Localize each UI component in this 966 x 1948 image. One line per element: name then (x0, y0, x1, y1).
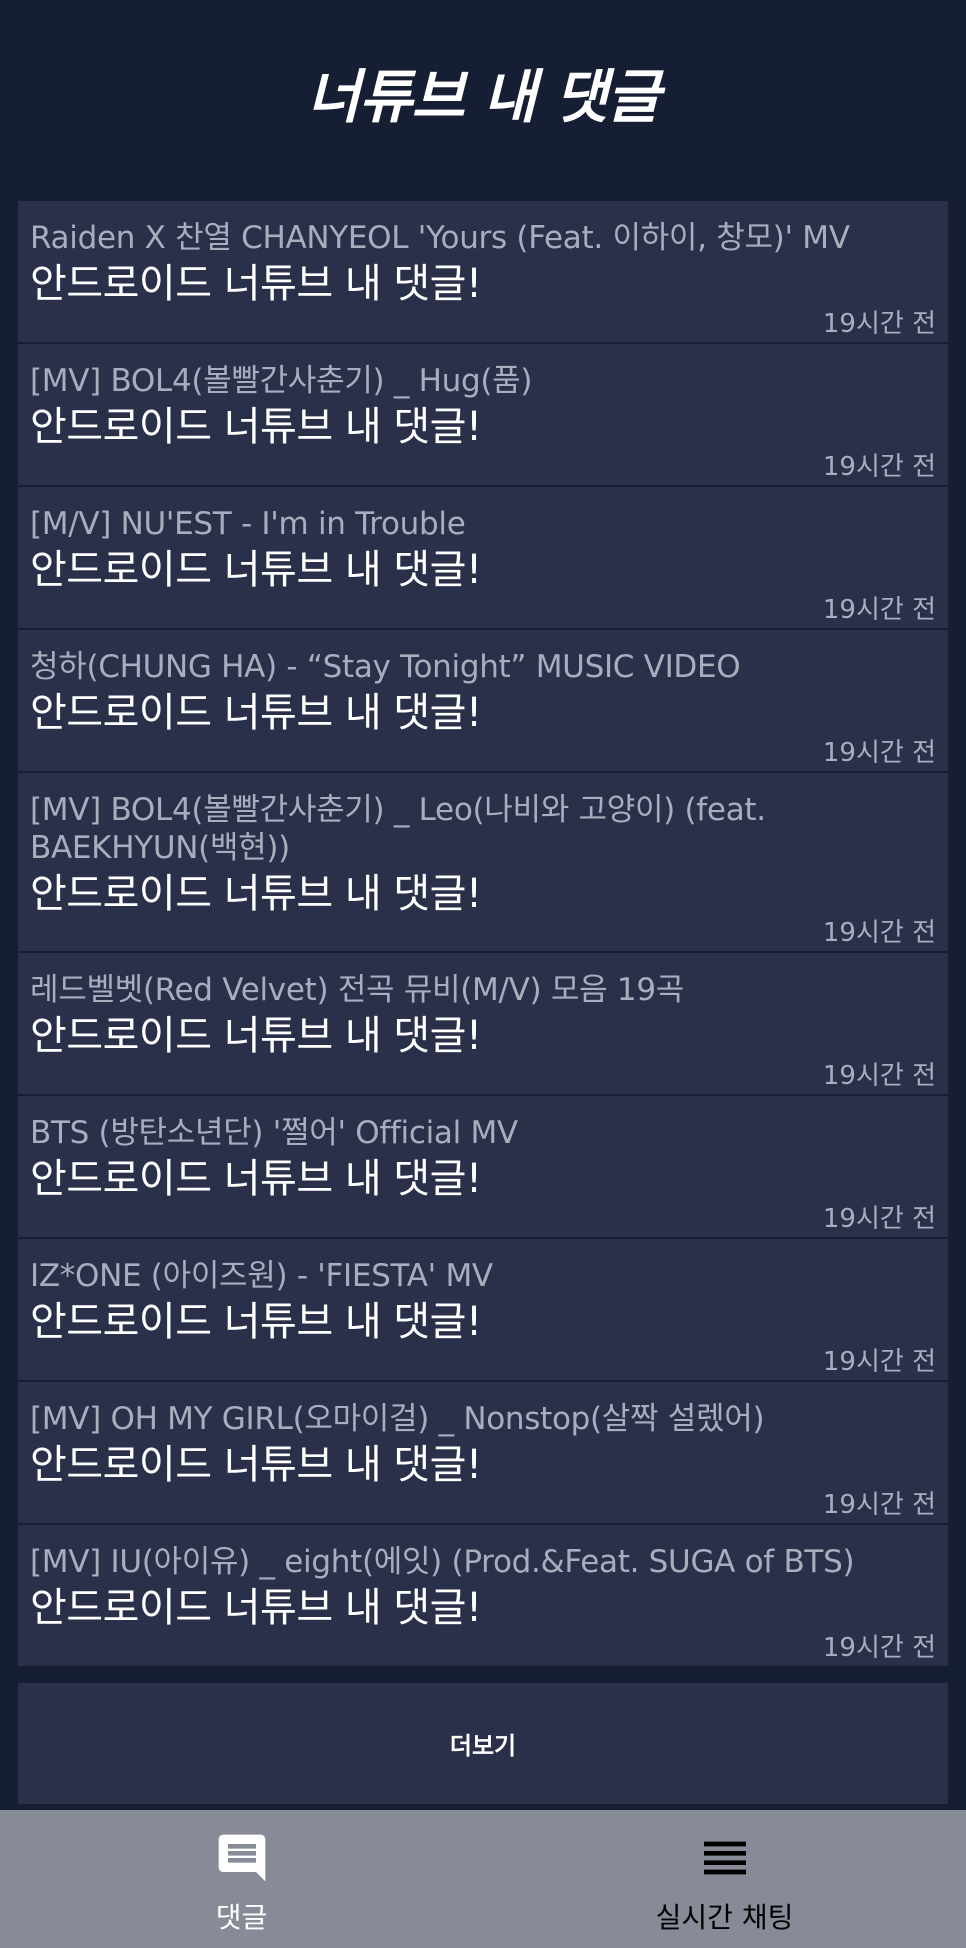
comment-time: 19시간 전 (822, 1347, 936, 1377)
comment-icon (212, 1828, 272, 1888)
comment-time: 19시간 전 (822, 1490, 936, 1520)
nav-item-live-chat[interactable]: 실시간 채팅 (483, 1810, 966, 1948)
comment-text: 안드로이드 너튜브 내 댓글! (30, 871, 482, 917)
video-title: [MV] IU(아이유) _ eight(에잇) (Prod.&Feat. SU… (30, 1544, 855, 1580)
comment-item[interactable]: [MV] BOL4(볼빨간사춘기) _ Hug(품) 안드로이드 너튜브 내 댓… (18, 344, 948, 487)
comment-list: Raiden X 찬열 CHANYEOL 'Yours (Feat. 이하이, … (18, 201, 948, 1668)
comment-time: 19시간 전 (822, 452, 936, 482)
comment-item[interactable]: [MV] OH MY GIRL(오마이걸) _ Nonstop(살짝 설렜어) … (18, 1382, 948, 1525)
comment-time: 19시간 전 (822, 738, 936, 768)
page-title: 너튜브 내 댓글 (306, 63, 661, 131)
list-icon (695, 1828, 755, 1888)
comment-time: 19시간 전 (822, 1204, 936, 1234)
comment-text: 안드로이드 너튜브 내 댓글! (30, 1585, 482, 1631)
comment-text: 안드로이드 너튜브 내 댓글! (30, 1013, 482, 1059)
comment-item[interactable]: 레드벨벳(Red Velvet) 전곡 뮤비(M/V) 모음 19곡 안드로이드… (18, 953, 948, 1096)
comment-time: 19시간 전 (822, 595, 936, 625)
comment-item[interactable]: BTS (방탄소년단) '쩔어' Official MV 안드로이드 너튜브 내… (18, 1096, 948, 1239)
load-more-button[interactable]: 더보기 (18, 1683, 948, 1804)
comment-time: 19시간 전 (822, 1633, 936, 1663)
video-title: 레드벨벳(Red Velvet) 전곡 뮤비(M/V) 모음 19곡 (30, 972, 684, 1008)
comment-item[interactable]: 청하(CHUNG HA) - “Stay Tonight” MUSIC VIDE… (18, 630, 948, 773)
video-title: [MV] BOL4(볼빨간사춘기) _ Hug(품) (30, 363, 533, 399)
nav-label-live-chat: 실시간 채팅 (655, 1901, 794, 1934)
comment-text: 안드로이드 너튜브 내 댓글! (30, 547, 482, 593)
comment-item[interactable]: Raiden X 찬열 CHANYEOL 'Yours (Feat. 이하이, … (18, 201, 948, 344)
video-title: [MV] OH MY GIRL(오마이걸) _ Nonstop(살짝 설렜어) (30, 1401, 765, 1437)
nav-item-comments[interactable]: 댓글 (0, 1810, 483, 1948)
comment-text: 안드로이드 너튜브 내 댓글! (30, 1299, 482, 1345)
comment-time: 19시간 전 (822, 918, 936, 948)
comment-time: 19시간 전 (822, 309, 936, 339)
comment-text: 안드로이드 너튜브 내 댓글! (30, 1156, 482, 1202)
video-title: [M/V] NU'EST - I'm in Trouble (30, 506, 466, 542)
video-title: [MV] BOL4(볼빨간사춘기) _ Leo(나비와 고양이) (feat. … (30, 792, 766, 866)
nav-label-comments: 댓글 (215, 1901, 268, 1934)
comment-text: 안드로이드 너튜브 내 댓글! (30, 404, 482, 450)
header: 너튜브 내 댓글 (0, 0, 966, 190)
video-title: IZ*ONE (아이즈원) - 'FIESTA' MV (30, 1258, 493, 1294)
comment-item[interactable]: [MV] IU(아이유) _ eight(에잇) (Prod.&Feat. SU… (18, 1525, 948, 1668)
comment-time: 19시간 전 (822, 1061, 936, 1091)
video-title: 청하(CHUNG HA) - “Stay Tonight” MUSIC VIDE… (30, 649, 741, 685)
comment-item[interactable]: IZ*ONE (아이즈원) - 'FIESTA' MV 안드로이드 너튜브 내 … (18, 1239, 948, 1382)
video-title: Raiden X 찬열 CHANYEOL 'Yours (Feat. 이하이, … (30, 220, 850, 256)
bottom-navigation: 댓글 실시간 채팅 (0, 1810, 966, 1948)
comment-text: 안드로이드 너튜브 내 댓글! (30, 1442, 482, 1488)
comment-text: 안드로이드 너튜브 내 댓글! (30, 261, 482, 307)
comment-item[interactable]: [M/V] NU'EST - I'm in Trouble 안드로이드 너튜브 … (18, 487, 948, 630)
comment-text: 안드로이드 너튜브 내 댓글! (30, 690, 482, 736)
comment-item[interactable]: [MV] BOL4(볼빨간사춘기) _ Leo(나비와 고양이) (feat. … (18, 773, 948, 953)
video-title: BTS (방탄소년단) '쩔어' Official MV (30, 1115, 518, 1151)
